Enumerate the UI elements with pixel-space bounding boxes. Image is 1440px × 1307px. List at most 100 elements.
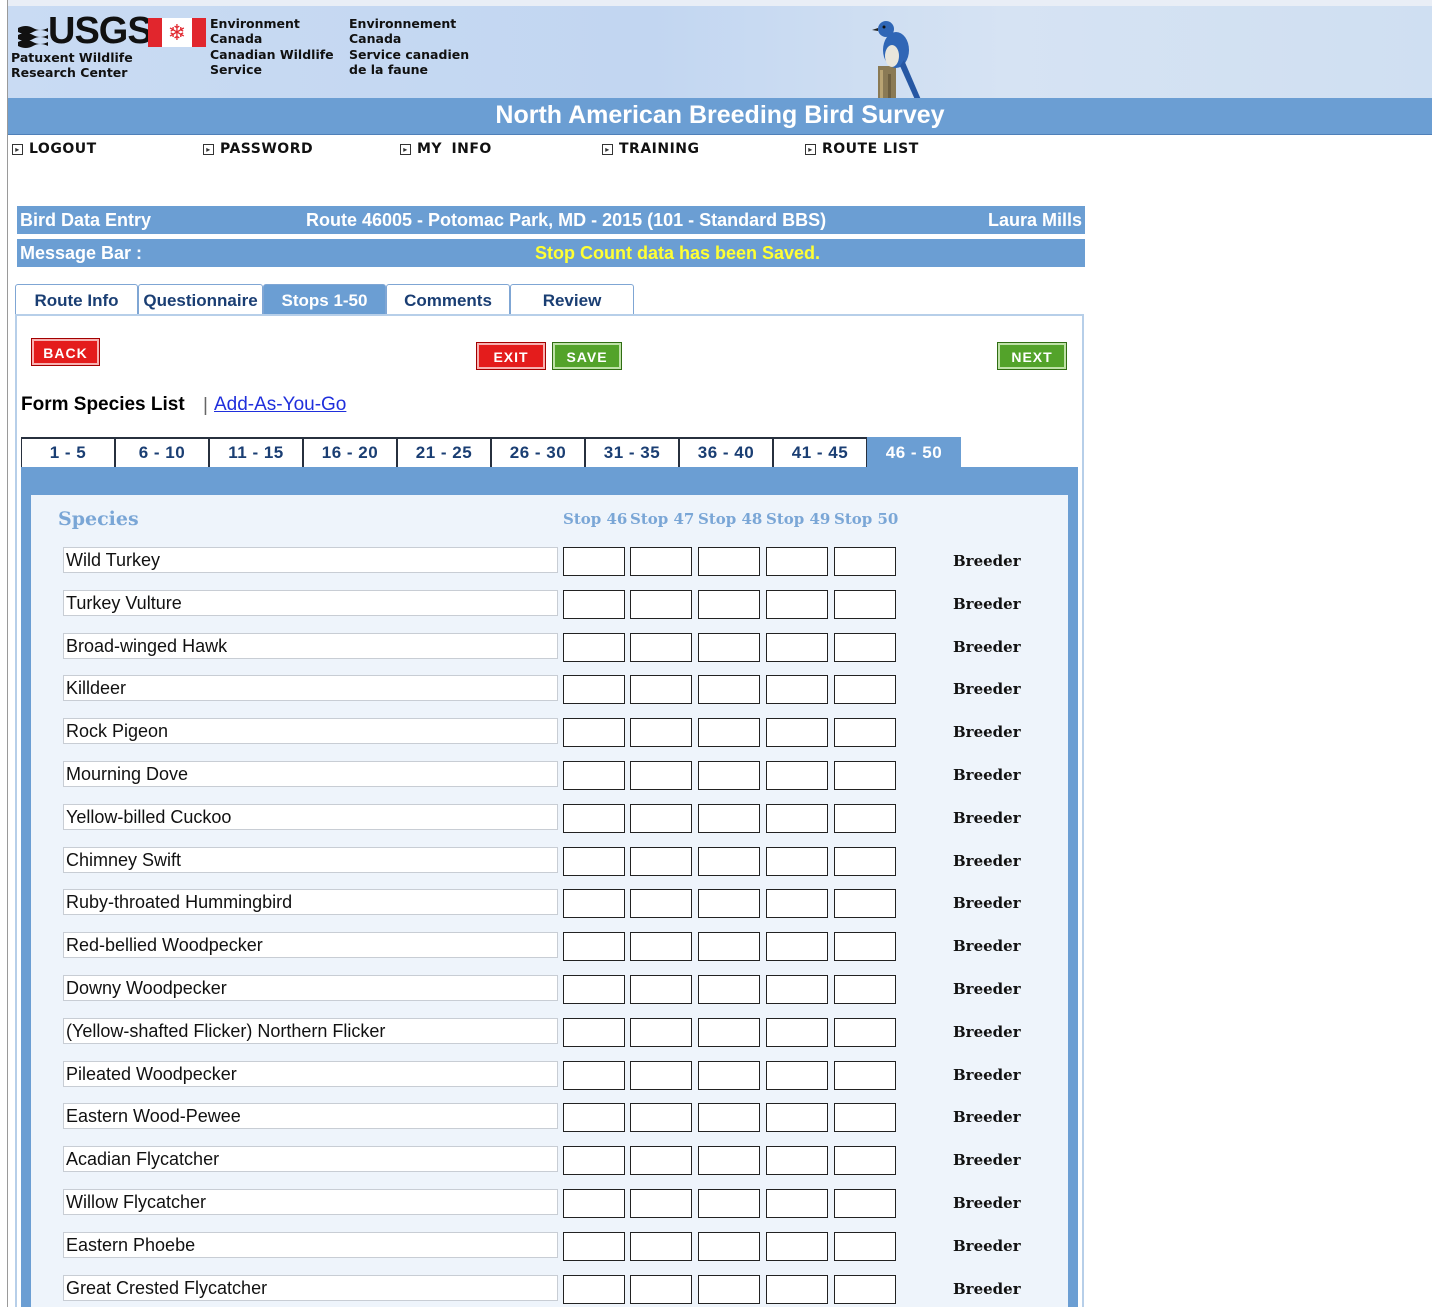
stop-count-input[interactable] xyxy=(698,761,760,790)
stop-count-input[interactable] xyxy=(630,804,692,833)
add-as-you-go-link[interactable]: Add-As-You-Go xyxy=(214,394,346,416)
stop-count-input[interactable] xyxy=(766,590,828,619)
stop-count-input[interactable] xyxy=(766,1061,828,1090)
stop-count-input[interactable] xyxy=(698,1018,760,1047)
tab-review[interactable]: Review xyxy=(510,284,634,314)
stop-count-input[interactable] xyxy=(766,547,828,576)
range-tab[interactable]: 16 - 20 xyxy=(303,437,397,467)
nav-logout-label[interactable]: LOGOUT xyxy=(29,141,97,157)
stop-count-input[interactable] xyxy=(766,847,828,876)
stop-count-input[interactable] xyxy=(698,889,760,918)
nav-route-list[interactable]: ▸ ROUTE LIST xyxy=(805,141,919,157)
stop-count-input[interactable] xyxy=(563,1146,625,1175)
tab-comments[interactable]: Comments xyxy=(386,284,510,314)
nav-password[interactable]: ▸ PASSWORD xyxy=(203,141,313,157)
stop-count-input[interactable] xyxy=(630,633,692,662)
stop-count-input[interactable] xyxy=(630,590,692,619)
stop-count-input[interactable] xyxy=(563,847,625,876)
exit-button[interactable]: EXIT xyxy=(476,342,546,370)
range-tab[interactable]: 31 - 35 xyxy=(585,437,679,467)
stop-count-input[interactable] xyxy=(630,975,692,1004)
tab-route-info[interactable]: Route Info xyxy=(15,284,138,314)
stop-count-input[interactable] xyxy=(834,675,896,704)
stop-count-input[interactable] xyxy=(766,633,828,662)
save-button[interactable]: SAVE xyxy=(552,342,622,370)
stop-count-input[interactable] xyxy=(834,932,896,961)
stop-count-input[interactable] xyxy=(630,1146,692,1175)
stop-count-input[interactable] xyxy=(698,804,760,833)
stop-count-input[interactable] xyxy=(766,1146,828,1175)
stop-count-input[interactable] xyxy=(834,1103,896,1132)
next-button[interactable]: NEXT xyxy=(997,342,1067,370)
species-name-field[interactable]: Red-bellied Woodpecker xyxy=(63,932,558,958)
stop-count-input[interactable] xyxy=(698,1232,760,1261)
stop-count-input[interactable] xyxy=(563,804,625,833)
stop-count-input[interactable] xyxy=(563,590,625,619)
stop-count-input[interactable] xyxy=(834,1061,896,1090)
stop-count-input[interactable] xyxy=(563,1018,625,1047)
species-name-field[interactable]: Mourning Dove xyxy=(63,761,558,787)
species-name-field[interactable]: Yellow-billed Cuckoo xyxy=(63,804,558,830)
stop-count-input[interactable] xyxy=(698,1146,760,1175)
stop-count-input[interactable] xyxy=(563,761,625,790)
stop-count-input[interactable] xyxy=(834,1146,896,1175)
species-name-field[interactable]: Ruby-throated Hummingbird xyxy=(63,889,558,915)
stop-count-input[interactable] xyxy=(698,1103,760,1132)
stop-count-input[interactable] xyxy=(630,718,692,747)
stop-count-input[interactable] xyxy=(630,1275,692,1304)
stop-count-input[interactable] xyxy=(698,718,760,747)
stop-count-input[interactable] xyxy=(630,1189,692,1218)
stop-count-input[interactable] xyxy=(834,889,896,918)
species-name-field[interactable]: (Yellow-shafted Flicker) Northern Flicke… xyxy=(63,1018,558,1044)
stop-count-input[interactable] xyxy=(698,675,760,704)
nav-password-label[interactable]: PASSWORD xyxy=(220,141,313,157)
stop-count-input[interactable] xyxy=(834,547,896,576)
stop-count-input[interactable] xyxy=(630,1061,692,1090)
stop-count-input[interactable] xyxy=(630,1232,692,1261)
stop-count-input[interactable] xyxy=(766,761,828,790)
species-name-field[interactable]: Turkey Vulture xyxy=(63,590,558,616)
stop-count-input[interactable] xyxy=(563,1275,625,1304)
nav-training-label[interactable]: TRAINING xyxy=(619,141,700,157)
stop-count-input[interactable] xyxy=(698,547,760,576)
stop-count-input[interactable] xyxy=(834,718,896,747)
range-tab[interactable]: 11 - 15 xyxy=(209,437,303,467)
stop-count-input[interactable] xyxy=(698,1189,760,1218)
species-name-field[interactable]: Eastern Wood-Pewee xyxy=(63,1103,558,1129)
stop-count-input[interactable] xyxy=(698,1061,760,1090)
range-tab[interactable]: 36 - 40 xyxy=(679,437,773,467)
stop-count-input[interactable] xyxy=(698,932,760,961)
stop-count-input[interactable] xyxy=(563,1232,625,1261)
usgs-logo[interactable]: USGS xyxy=(48,12,153,50)
nav-my-info-label[interactable]: MY INFO xyxy=(417,141,492,157)
nav-logout[interactable]: ▸ LOGOUT xyxy=(12,141,97,157)
species-name-field[interactable]: Willow Flycatcher xyxy=(63,1189,558,1215)
species-name-field[interactable]: Wild Turkey xyxy=(63,547,558,573)
nav-training[interactable]: ▸ TRAINING xyxy=(602,141,700,157)
stop-count-input[interactable] xyxy=(766,975,828,1004)
stop-count-input[interactable] xyxy=(563,675,625,704)
stop-count-input[interactable] xyxy=(563,889,625,918)
stop-count-input[interactable] xyxy=(834,1232,896,1261)
stop-count-input[interactable] xyxy=(698,590,760,619)
stop-count-input[interactable] xyxy=(766,1275,828,1304)
range-tab[interactable]: 1 - 5 xyxy=(21,437,115,467)
stop-count-input[interactable] xyxy=(630,1103,692,1132)
species-name-field[interactable]: Eastern Phoebe xyxy=(63,1232,558,1258)
tab-stops[interactable]: Stops 1-50 xyxy=(263,284,386,314)
stop-count-input[interactable] xyxy=(834,1275,896,1304)
stop-count-input[interactable] xyxy=(563,1103,625,1132)
stop-count-input[interactable] xyxy=(630,932,692,961)
species-name-field[interactable]: Great Crested Flycatcher xyxy=(63,1275,558,1301)
stop-count-input[interactable] xyxy=(834,804,896,833)
stop-count-input[interactable] xyxy=(766,675,828,704)
range-tab[interactable]: 26 - 30 xyxy=(491,437,585,467)
range-tab[interactable]: 21 - 25 xyxy=(397,437,491,467)
stop-count-input[interactable] xyxy=(698,633,760,662)
species-name-field[interactable]: Rock Pigeon xyxy=(63,718,558,744)
stop-count-input[interactable] xyxy=(834,975,896,1004)
stop-count-input[interactable] xyxy=(766,889,828,918)
stop-count-input[interactable] xyxy=(563,1189,625,1218)
species-name-field[interactable]: Killdeer xyxy=(63,675,558,701)
stop-count-input[interactable] xyxy=(834,761,896,790)
